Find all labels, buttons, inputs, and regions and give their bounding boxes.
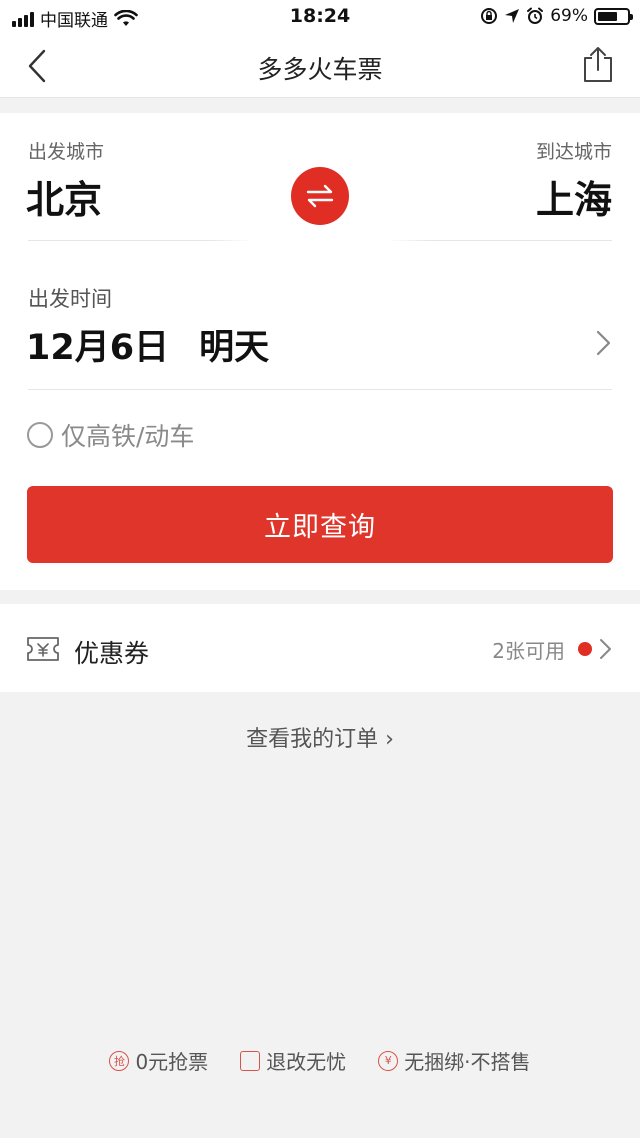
battery-icon bbox=[594, 7, 633, 25]
swap-cities-button[interactable] bbox=[291, 167, 349, 225]
yuan-icon: ¥ bbox=[378, 1050, 399, 1071]
rotation-lock-icon bbox=[481, 8, 498, 24]
grab-ticket-icon: 抢 bbox=[109, 1050, 130, 1071]
feature-item: 抢 0元抢票 bbox=[109, 1046, 208, 1075]
my-orders-link[interactable]: 查看我的订单 › bbox=[0, 721, 640, 753]
status-bar: 中国联通 18:24 69% bbox=[0, 0, 640, 34]
coupon-icon bbox=[27, 637, 59, 661]
divider bbox=[28, 240, 254, 241]
date-selector[interactable]: 12月6日 明天 bbox=[26, 319, 269, 370]
to-city-label: 到达城市 bbox=[535, 141, 612, 163]
feature-list: 抢 0元抢票 退改无忧 ¥ 无捆绑·不搭售 bbox=[0, 1046, 640, 1075]
battery-percent: 69% bbox=[550, 6, 588, 26]
share-icon[interactable] bbox=[582, 46, 614, 84]
feature-label: 退改无忧 bbox=[266, 1050, 347, 1074]
chevron-right-icon bbox=[600, 639, 611, 659]
swap-icon bbox=[306, 184, 334, 208]
status-right: 69% bbox=[480, 6, 633, 26]
train-ticket-page: 中国联通 18:24 69% 多多火车票 出发城市 到达城市 北京 上海 出发时… bbox=[0, 0, 640, 1138]
nav-bar: 多多火车票 bbox=[0, 34, 640, 98]
search-card: 出发城市 到达城市 北京 上海 出发时间 12月6日 明天 仅高铁/动车 立即查… bbox=[0, 113, 640, 590]
alarm-icon bbox=[527, 7, 544, 24]
page-title: 多多火车票 bbox=[257, 55, 383, 84]
divider bbox=[386, 240, 612, 241]
departure-date: 12月6日 bbox=[26, 328, 170, 368]
feature-item: 退改无忧 bbox=[240, 1046, 346, 1075]
location-icon bbox=[505, 9, 520, 23]
high-speed-only-option[interactable]: 仅高铁/动车 bbox=[27, 417, 194, 453]
high-speed-only-label: 仅高铁/动车 bbox=[61, 422, 195, 451]
wallet-icon bbox=[240, 1050, 261, 1071]
to-city[interactable]: 上海 bbox=[536, 169, 612, 224]
coupon-label: 优惠券 bbox=[74, 639, 150, 668]
radio-button[interactable] bbox=[27, 422, 53, 448]
feature-label: 0元抢票 bbox=[135, 1050, 209, 1074]
date-label: 出发时间 bbox=[28, 287, 112, 311]
departure-day: 明天 bbox=[199, 328, 270, 368]
search-button[interactable]: 立即查询 bbox=[27, 486, 613, 563]
from-city[interactable]: 北京 bbox=[26, 169, 102, 224]
feature-label: 无捆绑·不搭售 bbox=[404, 1050, 531, 1074]
divider bbox=[28, 389, 612, 390]
notification-dot bbox=[578, 642, 592, 656]
chevron-right-icon[interactable] bbox=[594, 329, 612, 357]
coupon-count: 2张可用 bbox=[492, 639, 565, 663]
battery-level bbox=[598, 11, 618, 21]
feature-item: ¥ 无捆绑·不搭售 bbox=[378, 1046, 531, 1075]
coupon-row[interactable]: 优惠券 2张可用 bbox=[0, 604, 640, 692]
from-city-label: 出发城市 bbox=[28, 141, 105, 163]
